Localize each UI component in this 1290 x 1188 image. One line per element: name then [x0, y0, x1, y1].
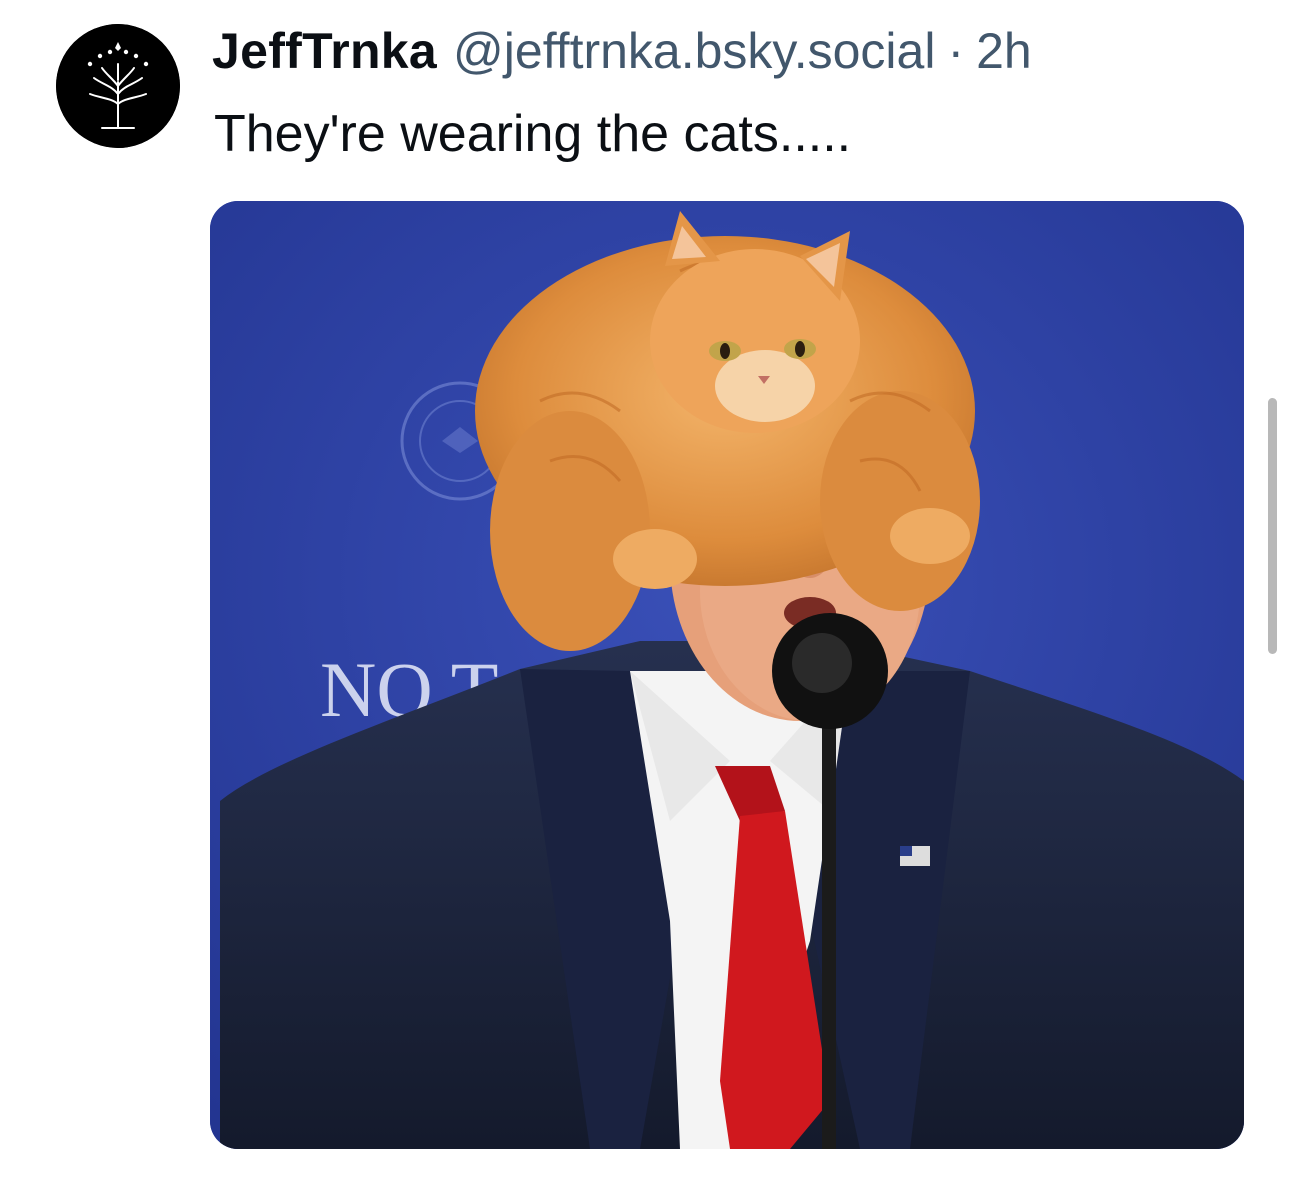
post-image[interactable]: NO T [210, 201, 1244, 1149]
author-avatar[interactable] [56, 24, 180, 148]
photo-cat-on-head: NO T [210, 201, 1244, 1149]
scrollbar-thumb[interactable] [1268, 398, 1277, 654]
post-card: JeffTrnka @jefftrnka.bsky.social · 2h Th… [0, 0, 1290, 1188]
post-text: They're wearing the cats..... [214, 105, 852, 163]
author-handle[interactable]: @jefftrnka.bsky.social [453, 22, 935, 80]
meta-separator: · [947, 23, 965, 79]
post-timestamp[interactable]: 2h [976, 22, 1032, 80]
post-header: JeffTrnka @jefftrnka.bsky.social · 2h [212, 22, 1032, 86]
white-tree-icon [56, 24, 180, 148]
author-display-name[interactable]: JeffTrnka [212, 22, 437, 80]
